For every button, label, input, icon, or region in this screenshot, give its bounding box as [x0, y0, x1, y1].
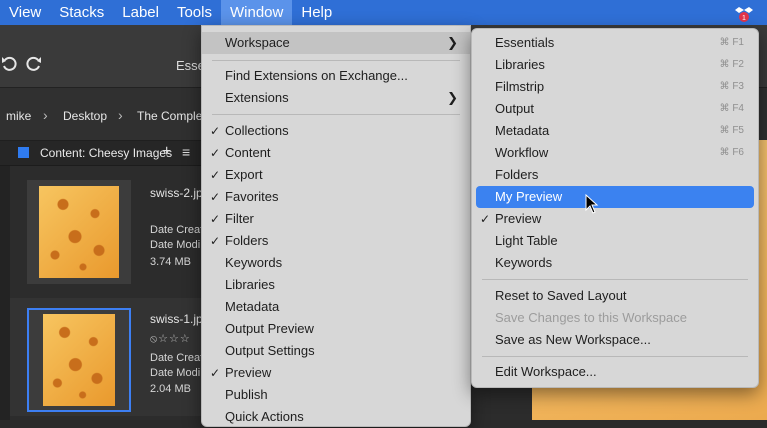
add-icon[interactable]: + — [162, 143, 171, 161]
check-icon: ✓ — [210, 146, 221, 160]
menu-item-extensions[interactable]: Extensions ❯ — [202, 87, 470, 109]
menu-item-filmstrip[interactable]: Filmstrip ⌘ F3 — [472, 76, 758, 98]
menu-separator — [482, 279, 748, 280]
chevron-right-icon: › — [43, 107, 48, 123]
rotate-right-icon[interactable] — [24, 55, 42, 73]
menu-item-collections[interactable]: ✓ Collections — [202, 120, 470, 142]
menu-item-quick-actions[interactable]: Quick Actions — [202, 406, 470, 428]
list-icon[interactable]: ≡ — [182, 144, 190, 160]
item-date-modified: Date Modi — [150, 367, 201, 379]
menu-stacks[interactable]: Stacks — [50, 0, 113, 25]
menu-item-edit-workspace[interactable]: Edit Workspace... — [472, 361, 758, 383]
panel-edge — [0, 166, 10, 420]
thumbnail-image — [39, 186, 119, 278]
item-size: 3.74 MB — [150, 256, 191, 268]
menu-item-workflow[interactable]: Workflow ⌘ F6 — [472, 142, 758, 164]
content-panel-title: Content: Cheesy Images — [40, 146, 173, 160]
item-size: 2.04 MB — [150, 383, 191, 395]
rotate-left-icon[interactable] — [1, 55, 19, 73]
menu-item-find-extensions[interactable]: Find Extensions on Exchange... — [202, 65, 470, 87]
svg-text:1: 1 — [742, 15, 746, 22]
mouse-cursor-icon — [585, 194, 599, 214]
menu-item-save-new-workspace[interactable]: Save as New Workspace... — [472, 329, 758, 351]
menu-item-filter[interactable]: ✓ Filter — [202, 208, 470, 230]
menu-help[interactable]: Help — [292, 0, 341, 25]
window-menu: Workspace ❯ Find Extensions on Exchange.… — [201, 25, 471, 427]
check-icon: ✓ — [210, 234, 221, 248]
breadcrumb-the-complete[interactable]: The Complet — [137, 109, 206, 123]
menu-item-reset-layout[interactable]: Reset to Saved Layout — [472, 285, 758, 307]
menu-item-keywords[interactable]: Keywords — [472, 252, 758, 274]
menu-item-preview[interactable]: ✓ Preview — [472, 208, 758, 230]
menu-window[interactable]: Window — [221, 0, 293, 25]
check-icon: ✓ — [210, 124, 221, 138]
menu-separator — [212, 60, 460, 61]
content-pane: swiss-2.jpg Date Creat Date Modi 3.74 MB… — [10, 166, 210, 420]
menu-item-libraries[interactable]: Libraries ⌘ F2 — [472, 54, 758, 76]
menu-item-metadata[interactable]: Metadata ⌘ F5 — [472, 120, 758, 142]
item-date-modified: Date Modi — [150, 239, 201, 251]
menu-item-folders[interactable]: ✓ Folders — [202, 230, 470, 252]
panel-color-icon — [18, 147, 29, 158]
menu-item-essentials[interactable]: Essentials ⌘ F1 — [472, 32, 758, 54]
check-icon: ✓ — [210, 366, 221, 380]
menu-item-output[interactable]: Output ⌘ F4 — [472, 98, 758, 120]
menu-label[interactable]: Label — [113, 0, 168, 25]
menu-tools[interactable]: Tools — [168, 0, 221, 25]
check-icon: ✓ — [210, 168, 221, 182]
workspace-submenu: Essentials ⌘ F1 Libraries ⌘ F2 Filmstrip… — [471, 28, 759, 388]
check-icon: ✓ — [210, 190, 221, 204]
menu-separator — [482, 356, 748, 357]
menu-item-keywords[interactable]: Keywords — [202, 252, 470, 274]
menu-item-output-preview[interactable]: Output Preview — [202, 318, 470, 340]
thumbnail-frame — [27, 180, 131, 284]
menu-item-light-table[interactable]: Light Table — [472, 230, 758, 252]
menu-item-export[interactable]: ✓ Export — [202, 164, 470, 186]
menu-item-libraries[interactable]: Libraries — [202, 274, 470, 296]
check-icon: ✓ — [480, 212, 491, 226]
submenu-arrow-icon: ❯ — [447, 35, 458, 50]
menu-item-output-settings[interactable]: Output Settings — [202, 340, 470, 362]
submenu-arrow-icon: ❯ — [447, 90, 458, 105]
thumbnail-image — [43, 314, 115, 406]
breadcrumb-mike[interactable]: mike — [6, 109, 31, 123]
menu-item-folders[interactable]: Folders — [472, 164, 758, 186]
item-date-created: Date Creat — [150, 224, 204, 236]
menu-item-workspace[interactable]: Workspace ❯ — [202, 32, 470, 54]
content-item[interactable]: swiss-2.jpg Date Creat Date Modi 3.74 MB — [10, 176, 210, 294]
item-date-created: Date Creat — [150, 352, 204, 364]
menu-item-save-changes: Save Changes to this Workspace — [495, 310, 687, 325]
menu-item-metadata[interactable]: Metadata — [202, 296, 470, 318]
dropbox-status-icon[interactable]: 1 — [735, 4, 753, 22]
menu-item-favorites[interactable]: ✓ Favorites — [202, 186, 470, 208]
menu-item-content[interactable]: ✓ Content — [202, 142, 470, 164]
chevron-right-icon: › — [118, 107, 123, 123]
menu-item-publish[interactable]: Publish — [202, 384, 470, 406]
breadcrumb-desktop[interactable]: Desktop — [63, 109, 107, 123]
thumbnail-frame-selected — [27, 308, 131, 412]
menu-bar: View Stacks Label Tools Window Help 1 — [0, 0, 767, 25]
menu-item-preview[interactable]: ✓ Preview — [202, 362, 470, 384]
item-rating[interactable]: ⦸☆☆☆ — [150, 332, 191, 346]
content-item[interactable]: swiss-1.jpg ⦸☆☆☆ Date Creat Date Modi 2.… — [10, 298, 210, 416]
menu-view[interactable]: View — [0, 0, 50, 25]
menu-item-my-preview[interactable]: My Preview — [476, 186, 754, 208]
check-icon: ✓ — [210, 212, 221, 226]
menu-separator — [212, 114, 460, 115]
